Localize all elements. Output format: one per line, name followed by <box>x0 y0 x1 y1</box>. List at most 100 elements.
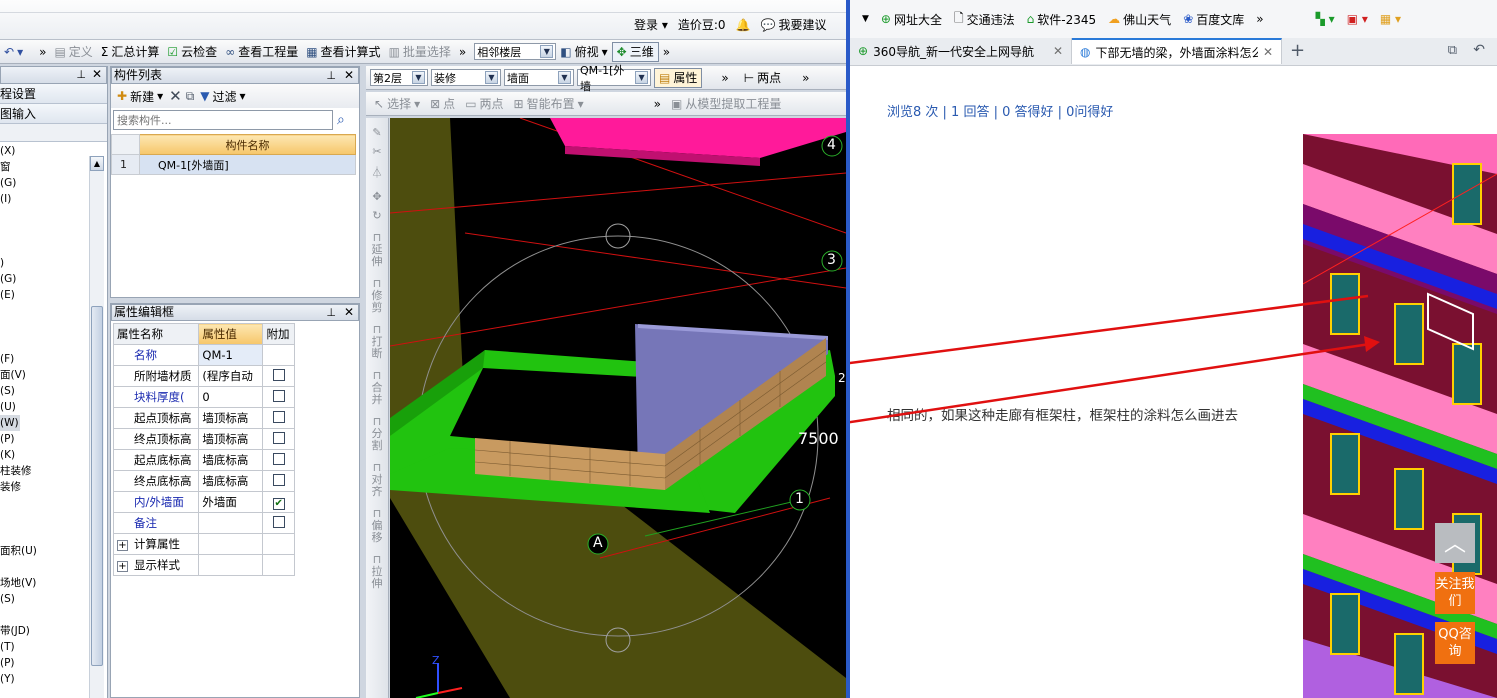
property-group[interactable]: + 计算属性 <box>112 533 200 555</box>
checkbox[interactable] <box>272 473 285 486</box>
property-value[interactable]: QM-1 <box>198 344 264 366</box>
pin-icon[interactable]: ⊥ <box>326 68 336 83</box>
property-group[interactable]: + 显示样式 <box>112 554 200 576</box>
point-button[interactable]: ⊠ 点 <box>426 94 459 114</box>
delete-icon[interactable]: ✕ <box>169 87 182 105</box>
property-value[interactable]: 墙底标高 <box>198 470 264 492</box>
expand-icon[interactable]: + <box>117 540 128 551</box>
bookmark-overflow-icon[interactable]: » <box>1256 12 1263 26</box>
type-select[interactable]: 墙面 ▼ <box>504 69 574 86</box>
apps-icon[interactable]: ▚ ▾ <box>1316 12 1335 26</box>
property-value[interactable]: 0 <box>198 386 264 408</box>
bell-icon[interactable]: 🔔 <box>736 18 751 32</box>
scroll-thumb[interactable] <box>91 306 103 666</box>
menu-item-drawing-input[interactable]: 图输入 <box>0 104 107 124</box>
tab-question[interactable]: ◍ 下部无墙的梁，外墙面涂料怎么画 ✕ <box>1072 38 1282 64</box>
close-icon[interactable]: ✕ <box>1263 45 1273 59</box>
search-icon[interactable]: ⌕ <box>337 112 345 128</box>
batch-select-button[interactable]: ▥ 批量选择 <box>385 42 455 62</box>
side-tool-button[interactable]: ⊓ 分割 <box>371 416 383 452</box>
property-row[interactable]: 内/外墙面 外墙面 ✔ <box>112 491 295 513</box>
mirror-icon[interactable]: ⏃ <box>366 164 388 180</box>
property-group-row[interactable]: + 计算属性 <box>112 533 295 555</box>
view-quantity-button[interactable]: ∞ 查看工程量 <box>221 42 302 62</box>
cloud-check-button[interactable]: ☑ 云检查 <box>163 42 221 62</box>
undo-button[interactable]: ↶ ▾ <box>0 42 27 62</box>
tree-scrollbar[interactable]: ▲ <box>89 156 104 698</box>
checkbox[interactable] <box>272 389 285 402</box>
toolbar-overflow-icon-2[interactable]: » <box>455 42 470 62</box>
component-select[interactable]: QM-1[外墙 ▼ <box>577 64 651 93</box>
back-to-top-button[interactable]: ︿ <box>1435 523 1475 563</box>
category-select[interactable]: 装修 ▼ <box>431 69 501 86</box>
table-row[interactable]: 1 QM-1[外墙面] <box>111 154 356 175</box>
move-icon[interactable]: ✥ <box>366 190 388 203</box>
rotate-icon[interactable]: ↻ <box>366 209 388 222</box>
menu-item-project-settings[interactable]: 程设置 <box>0 84 107 104</box>
select-button[interactable]: ↖ 选择 ▾ <box>370 94 424 114</box>
checkbox[interactable] <box>272 410 285 423</box>
close-icon[interactable]: ✕ <box>1053 44 1063 58</box>
ad-icon[interactable]: ▣ ▾ <box>1347 12 1368 26</box>
component-search-input[interactable] <box>113 110 333 130</box>
side-tool-button[interactable]: ⊓ 打断 <box>371 324 383 360</box>
bookmark-item[interactable]: 🗋 交通违法 <box>954 9 1015 30</box>
property-group-row[interactable]: + 显示样式 <box>112 554 295 576</box>
side-tool-button[interactable]: ⊓ 合并 <box>371 370 383 406</box>
property-row[interactable]: 起点底标高 墙底标高 <box>112 449 295 471</box>
toolbar-overflow-icon-3[interactable]: » <box>659 42 674 62</box>
scroll-up-icon[interactable]: ▲ <box>90 156 104 171</box>
toolbar-overflow-icon[interactable]: » <box>35 42 50 62</box>
property-row[interactable]: 名称 QM-1 <box>112 344 295 366</box>
close-icon[interactable]: ✕ <box>344 68 354 83</box>
side-tool-button[interactable]: ⊓ 修剪 <box>371 278 383 314</box>
tab-list-icon[interactable]: ⧉ <box>1448 43 1457 58</box>
copy-icon[interactable]: ⧉ <box>186 89 195 104</box>
new-component-button[interactable]: ✚ 新建 ▾ <box>115 86 165 106</box>
summary-calc-button[interactable]: Σ 汇总计算 <box>97 42 164 62</box>
property-row[interactable]: 块料厚度(0 <box>112 386 295 408</box>
tab-360[interactable]: ⊕ 360导航_新一代安全上网导航 ✕ <box>850 38 1072 64</box>
property-value[interactable]: 墙底标高 <box>198 449 264 471</box>
checkbox[interactable] <box>272 515 285 528</box>
property-value[interactable]: 墙顶标高 <box>198 428 264 450</box>
side-tool-button[interactable]: ⊓ 延伸 <box>371 232 383 268</box>
bookmark-item[interactable]: ⌂ 软件-2345 <box>1027 11 1097 28</box>
toolbar-overflow-icon-5[interactable]: » <box>798 68 813 88</box>
bookmark-item[interactable]: ⊕ 网址大全 <box>881 11 942 28</box>
property-value[interactable]: 墙顶标高 <box>198 407 264 429</box>
define-button[interactable]: ▤ 定义 <box>50 42 96 62</box>
property-row[interactable]: 起点顶标高 墙顶标高 <box>112 407 295 429</box>
three-d-button[interactable]: ✥ 三维 <box>611 41 659 62</box>
close-icon[interactable]: ✕ <box>344 305 354 320</box>
floor-select[interactable]: 第2层 ▼ <box>370 69 428 86</box>
bookmark-item[interactable]: ❀ 百度文库 <box>1183 11 1244 28</box>
viewport-3d[interactable]: 4 3 2 1 A 7500 Z <box>390 118 846 698</box>
follow-us-button[interactable]: 关注我们 <box>1435 572 1475 614</box>
pin-icon[interactable]: ⊥ <box>76 67 86 82</box>
close-icon[interactable]: ✕ <box>92 67 102 82</box>
component-name-cell[interactable]: QM-1[外墙面] <box>139 154 356 175</box>
toolbar-overflow-icon-6[interactable]: » <box>650 94 665 114</box>
side-tool-button[interactable]: ⊓ 对齐 <box>371 462 383 498</box>
filter-button[interactable]: ▼ 过滤 ▾ <box>198 86 247 106</box>
bookmark-item[interactable]: ☁ 佛山天气 <box>1108 11 1171 28</box>
checkbox[interactable] <box>272 431 285 444</box>
chevron-down-icon[interactable]: ▼ <box>862 14 869 24</box>
pin-icon[interactable]: ⊥ <box>326 305 336 320</box>
property-value[interactable] <box>198 512 264 534</box>
new-tab-icon[interactable]: + <box>1290 38 1305 65</box>
restore-tab-icon[interactable]: ↶ <box>1473 42 1485 58</box>
toolbar-overflow-icon-4[interactable]: » <box>717 68 732 88</box>
side-tool-button[interactable]: ⊓ 偏移 <box>371 508 383 544</box>
property-row[interactable]: 终点底标高 墙底标高 <box>112 470 295 492</box>
top-view-button[interactable]: ◧ 俯视 ▾ <box>556 42 611 62</box>
suggest-button[interactable]: 💬 我要建议 <box>761 16 827 33</box>
tree-item[interactable]: (W) <box>0 415 20 431</box>
extract-from-model-button[interactable]: ▣ 从模型提取工程量 <box>667 94 785 114</box>
property-row[interactable]: 终点顶标高 墙顶标高 <box>112 428 295 450</box>
extension-icon[interactable]: ▦ ▾ <box>1380 12 1401 26</box>
adjacent-floor-select[interactable]: 相邻楼层 ▼ <box>474 43 557 60</box>
pencil-icon[interactable]: ✎ <box>366 126 388 139</box>
login-button[interactable]: 登录 ▾ <box>634 16 668 33</box>
